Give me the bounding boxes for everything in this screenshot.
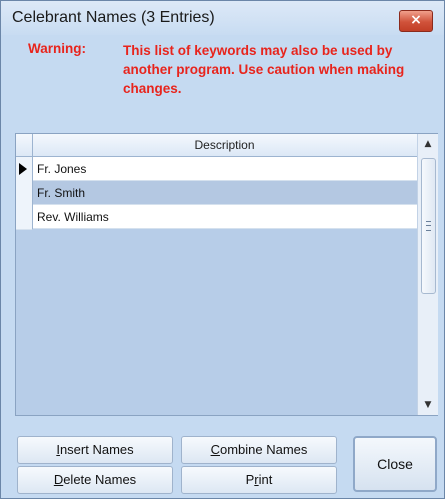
names-grid[interactable]: Description Fr. Jones Fr. Smith Rev. Wil… — [15, 133, 438, 416]
insert-label: nsert Names — [59, 442, 134, 457]
combine-names-button[interactable]: Combine Names — [181, 436, 337, 464]
table-row[interactable]: Fr. Jones — [16, 157, 417, 182]
row-indicator — [16, 157, 33, 182]
scroll-thumb[interactable] — [421, 158, 436, 294]
celebrant-names-dialog: Celebrant Names (3 Entries) × Warning: T… — [0, 0, 445, 499]
window-title: Celebrant Names (3 Entries) — [12, 9, 215, 26]
table-cell[interactable]: Rev. Williams — [33, 205, 417, 229]
scroll-down-icon[interactable]: ▼ — [418, 395, 438, 415]
title-bar: Celebrant Names (3 Entries) × — [1, 1, 444, 35]
combine-mnemonic: C — [210, 442, 220, 457]
window-close-button[interactable]: × — [399, 10, 433, 32]
table-row[interactable]: Fr. Smith — [16, 181, 417, 206]
warning-label: Warning: — [28, 41, 86, 56]
insert-names-button[interactable]: Insert Names — [17, 436, 173, 464]
table-row[interactable]: Rev. Williams — [16, 205, 417, 230]
warning-text: This list of keywords may also be used b… — [123, 43, 405, 96]
current-row-arrow-icon — [19, 163, 27, 175]
table-cell[interactable]: Fr. Smith — [33, 181, 417, 205]
table-cell[interactable]: Fr. Jones — [33, 157, 417, 181]
print-prefix: P — [245, 472, 255, 487]
delete-names-button[interactable]: Delete Names — [17, 466, 173, 494]
combine-label: ombine Names — [219, 442, 308, 457]
delete-label: elete Names — [63, 472, 137, 487]
column-header-description[interactable]: Description — [32, 138, 417, 152]
vertical-scrollbar[interactable]: ▲ ▼ — [417, 134, 438, 415]
close-icon: × — [410, 12, 422, 28]
grid-header: Description — [16, 134, 417, 157]
print-label: int — [258, 472, 273, 487]
row-indicator — [16, 181, 33, 206]
print-button[interactable]: Print — [181, 466, 337, 494]
scroll-up-icon[interactable]: ▲ — [418, 134, 438, 154]
delete-mnemonic: D — [53, 472, 64, 487]
row-indicator — [16, 205, 33, 230]
grip-icon — [426, 221, 431, 231]
header-indicator-column — [16, 134, 33, 156]
close-button[interactable]: Close — [353, 436, 437, 492]
